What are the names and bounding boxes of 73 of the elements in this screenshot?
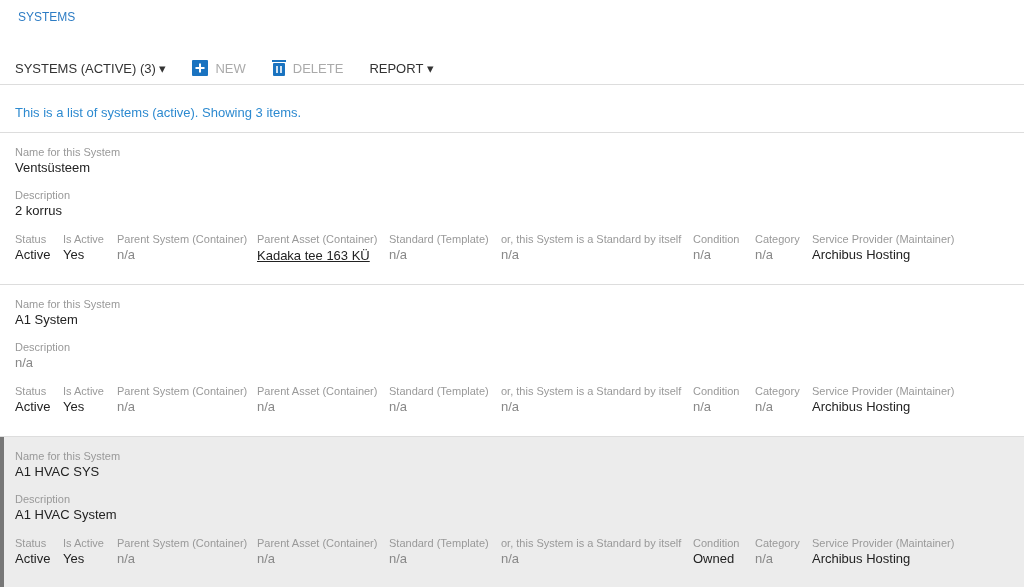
field-label: Parent Asset (Container) (257, 384, 379, 398)
field-value: Archibus Hosting (812, 246, 912, 264)
field-label: Condition (693, 232, 741, 246)
field-label: Parent Asset (Container) (257, 232, 379, 246)
field-value: n/a (755, 398, 775, 416)
field-value: n/a (755, 550, 775, 568)
field-label: Name for this System (15, 145, 122, 159)
system-card[interactable] (0, 437, 1024, 587)
field-label: or, this System is a Standard by itself (501, 232, 683, 246)
field-label: Condition (693, 536, 741, 550)
field-value: n/a (501, 246, 521, 264)
field-value: n/a (693, 246, 713, 264)
field-value: n/a (257, 398, 277, 416)
field-label: Description (15, 188, 72, 202)
field-label: Name for this System (15, 449, 122, 463)
field-value: Active (15, 398, 52, 416)
field-value: Active (15, 246, 52, 264)
field-value: n/a (389, 246, 409, 264)
field-value: Active (15, 550, 52, 568)
field-value: n/a (117, 398, 137, 416)
description-value: n/a (15, 354, 35, 372)
field-label: Description (15, 492, 72, 506)
description-value: 2 korrus (15, 202, 63, 220)
field-value: n/a (389, 398, 409, 416)
field-label: Parent System (Container) (117, 232, 249, 246)
field-label: Is Active (63, 232, 105, 246)
field-label: Status (15, 232, 48, 246)
field-label: Is Active (63, 384, 105, 398)
field-label: Status (15, 384, 48, 398)
description-value: A1 HVAC System (15, 506, 118, 524)
field-label: or, this System is a Standard by itself (501, 536, 683, 550)
field-label: Category (755, 232, 801, 246)
field-label: Standard (Template) (389, 232, 490, 246)
field-value: n/a (693, 398, 713, 416)
field-label: Parent System (Container) (117, 536, 249, 550)
field-label: Description (15, 340, 72, 354)
field-label: Is Active (63, 536, 105, 550)
field-value: Archibus Hosting (812, 398, 912, 416)
intro-text: This is a list of systems (active). Showing 3 items. (15, 105, 302, 120)
field-value: Owned (693, 550, 736, 568)
field-label: Service Provider (Maintainer) (812, 384, 956, 398)
plus-icon (192, 60, 209, 76)
field-value: Yes (63, 550, 86, 568)
field-label: Service Provider (Maintainer) (812, 232, 956, 246)
field-value: n/a (755, 246, 775, 264)
field-value: n/a (257, 550, 277, 568)
field-label: Category (755, 536, 801, 550)
field-label: Standard (Template) (389, 536, 490, 550)
field-label: Status (15, 536, 48, 550)
field-value: n/a (117, 550, 137, 568)
field-value: n/a (389, 550, 409, 568)
report-menu[interactable]: REPORT ▾ (369, 60, 434, 76)
field-label: Parent Asset (Container) (257, 536, 379, 550)
system-name: A1 System (15, 311, 79, 329)
field-value: Archibus Hosting (812, 550, 912, 568)
field-label: Condition (693, 384, 741, 398)
field-label: Category (755, 384, 801, 398)
field-value: n/a (117, 246, 137, 264)
field-value: Yes (63, 398, 86, 416)
trash-icon (271, 60, 286, 76)
view-menu[interactable]: SYSTEMS (ACTIVE) (3) ▾ (15, 60, 167, 76)
system-name: A1 HVAC SYS (15, 463, 101, 481)
field-label: Service Provider (Maintainer) (812, 536, 956, 550)
field-value: Yes (63, 246, 86, 264)
field-label: Parent System (Container) (117, 384, 249, 398)
field-label: Standard (Template) (389, 384, 490, 398)
asset-link[interactable]: Kadaka tee 163 KÜ (257, 248, 370, 263)
field-value: n/a (501, 550, 521, 568)
field-label: or, this System is a Standard by itself (501, 384, 683, 398)
field-label: Name for this System (15, 297, 122, 311)
system-name: Ventsüsteem (15, 159, 92, 177)
breadcrumb-link[interactable]: SYSTEMS (18, 10, 76, 24)
field-value: n/a (501, 398, 521, 416)
